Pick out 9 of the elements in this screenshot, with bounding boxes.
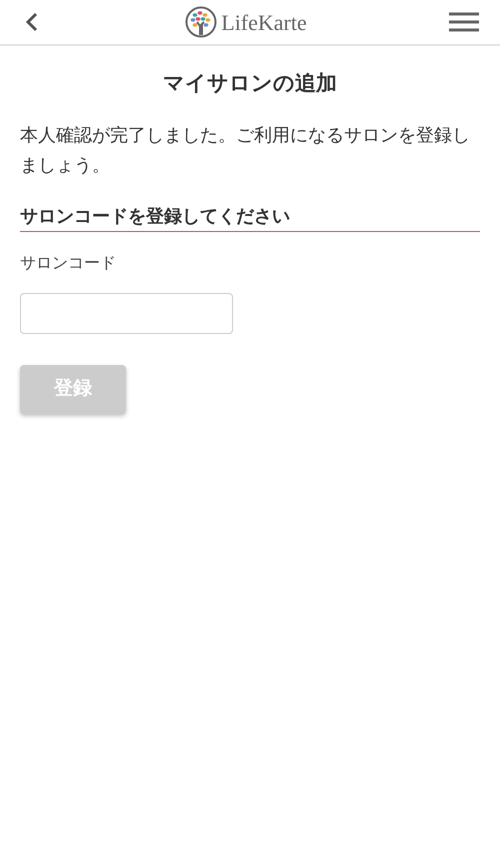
page-title: マイサロンの追加 [162, 71, 338, 97]
salon-code-field[interactable] [20, 293, 233, 334]
logo-text: LifeKarte [221, 8, 307, 36]
menu-icon [449, 11, 479, 33]
field-label: サロンコード [20, 254, 117, 274]
back-icon [25, 12, 39, 32]
section-heading: サロンコードを登録してください [20, 203, 480, 232]
message-text: 本人確認が完了しました。ご利用になるサロンを登録しましょう。 [20, 124, 471, 177]
tree-logo-icon [185, 6, 218, 38]
